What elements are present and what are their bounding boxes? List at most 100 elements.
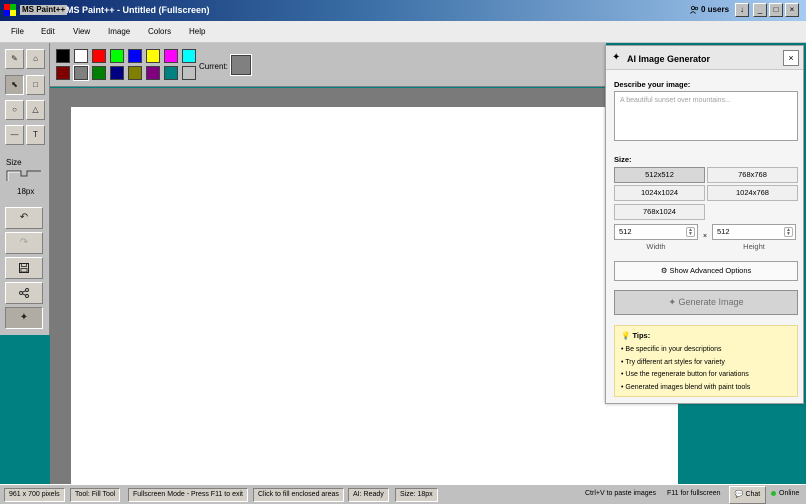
status-brush-size: Size: 18px (395, 488, 438, 502)
redo-button[interactable]: ↷ (5, 232, 43, 254)
menu-image[interactable]: Image (108, 27, 130, 36)
color-swatch[interactable] (146, 49, 160, 63)
prompt-input[interactable]: A beautiful sunset over mountains... (614, 91, 798, 141)
chat-icon: 💬 (734, 491, 744, 498)
color-swatch[interactable] (92, 66, 106, 80)
status-canvas-size: 961 x 700 pixels (4, 488, 65, 502)
ai-image-generator-panel: ✦ AI Image Generator × Describe your ima… (605, 45, 804, 404)
brush-size-value: 18px (17, 187, 35, 196)
size-option-1024x768[interactable]: 1024x768 (707, 185, 798, 201)
tip-item: • Try different art styles for variety (621, 358, 725, 366)
rectangle-tool[interactable]: □ (26, 75, 45, 95)
color-swatch[interactable] (73, 65, 89, 81)
height-input[interactable]: 512 ▲ ▼ (712, 224, 796, 240)
menu-help[interactable]: Help (189, 27, 205, 36)
size-option-768x1024[interactable]: 768x1024 (614, 204, 705, 220)
width-spinner-icon[interactable]: ▲ ▼ (686, 227, 695, 237)
describe-label: Describe your image: (614, 80, 691, 89)
users-icon (690, 5, 699, 14)
ai-generator-button[interactable]: ✦ (5, 307, 43, 329)
color-swatch[interactable] (128, 49, 142, 63)
color-swatch[interactable] (146, 66, 160, 80)
current-color-swatch (230, 54, 252, 76)
color-swatch[interactable] (128, 66, 142, 80)
color-swatch[interactable] (56, 49, 70, 63)
color-swatch[interactable] (74, 49, 88, 63)
close-button[interactable]: × (785, 3, 799, 17)
width-input[interactable]: 512 ▲ ▼ (614, 224, 698, 240)
status-hint: Click to fill enclosed areas (253, 488, 344, 502)
paste-hint: Ctrl+V to paste images (585, 490, 657, 497)
maximize-button[interactable]: □ (769, 3, 783, 17)
users-count: 0 users (701, 5, 730, 14)
pencil-tool[interactable]: ✎ (5, 49, 24, 69)
menu-colors[interactable]: Colors (148, 27, 171, 36)
color-swatch[interactable] (110, 49, 124, 63)
magic-wand-icon: ✦ (19, 312, 29, 323)
brush-size-label: Size (6, 158, 22, 167)
users-indicator[interactable]: 0 users (690, 5, 729, 14)
menu-view[interactable]: View (73, 27, 90, 36)
color-swatch[interactable] (92, 49, 106, 63)
show-advanced-options-button[interactable]: ⚙ Show Advanced Options (614, 261, 798, 281)
fill-tool[interactable]: ⬉ (5, 75, 24, 95)
size-option-768x768[interactable]: 768x768 (707, 167, 798, 183)
title-bar: MS Paint++ MS Paint++ - Untitled (Fullsc… (0, 0, 806, 21)
download-button[interactable]: ↓ (735, 3, 749, 17)
generate-label: Generate Image (678, 297, 744, 307)
height-spinner-icon[interactable]: ▲ ▼ (784, 227, 793, 237)
magic-wand-icon: ✦ (612, 52, 621, 63)
size-option-512x512[interactable]: 512x512 (614, 167, 705, 183)
save-icon (19, 263, 29, 273)
tip-item: • Use the regenerate button for variatio… (621, 371, 749, 378)
menu-edit[interactable]: Edit (41, 27, 55, 36)
undo-button[interactable]: ↶ (5, 207, 43, 229)
tips-box: 💡 Tips: • Be specific in your descriptio… (614, 325, 798, 397)
status-ai: AI: Ready (348, 488, 389, 502)
status-mode: Fullscreen Mode - Press F11 to exit (128, 488, 248, 502)
share-button[interactable] (5, 282, 43, 304)
ai-panel-close-button[interactable]: × (783, 50, 799, 66)
ai-panel-header: ✦ AI Image Generator × (606, 46, 803, 70)
canvas-area[interactable] (50, 88, 678, 484)
app-logo-icon (4, 4, 16, 16)
window-title: MS Paint++ - Untitled (Fullscreen) (66, 5, 210, 15)
color-swatch[interactable] (182, 66, 196, 80)
color-swatch[interactable] (164, 49, 178, 63)
ai-panel-title: AI Image Generator (627, 54, 711, 64)
size-label: Size: (614, 155, 632, 164)
app-name: MS Paint++ (20, 5, 68, 15)
text-tool[interactable]: T (26, 125, 45, 145)
online-label: Online (779, 490, 800, 497)
tips-title: 💡 Tips: (621, 331, 651, 340)
line-tool[interactable]: — (5, 125, 24, 145)
magic-wand-icon: ✦ (668, 297, 676, 307)
width-value: 512 (619, 227, 632, 236)
color-swatch[interactable] (182, 49, 196, 63)
generate-image-button[interactable]: ✦ Generate Image (614, 290, 798, 315)
width-label: Width (646, 242, 666, 251)
dimension-separator: × (703, 233, 708, 240)
size-option-1024x1024[interactable]: 1024x1024 (614, 185, 705, 201)
triangle-tool[interactable]: △ (26, 100, 45, 120)
online-status: Online (771, 490, 799, 497)
save-button[interactable] (5, 257, 43, 279)
share-icon (19, 288, 29, 298)
toolbox: ✎ ⌂ ⬉ □ ○ △ — T Size 18px ↶ ↷ ✦ (0, 43, 50, 335)
minimize-button[interactable]: _ (753, 3, 767, 17)
brush-size-slider[interactable] (6, 169, 42, 183)
gear-icon: ⚙ (660, 266, 668, 275)
color-swatch[interactable] (110, 66, 124, 80)
ellipse-tool[interactable]: ○ (5, 100, 24, 120)
advanced-label: Show Advanced Options (669, 266, 752, 275)
fullscreen-hint: F11 for fullscreen (667, 490, 721, 497)
chat-button[interactable]: 💬 Chat (729, 486, 766, 504)
color-swatch[interactable] (164, 66, 178, 80)
color-swatch[interactable] (56, 66, 70, 80)
menu-file[interactable]: File (11, 27, 24, 36)
eraser-tool[interactable]: ⌂ (26, 49, 45, 69)
color-palette-bar: Current: (50, 43, 606, 87)
tip-item: • Generated images blend with paint tool… (621, 383, 751, 391)
online-dot-icon (771, 491, 776, 496)
drawing-canvas[interactable] (71, 107, 678, 484)
